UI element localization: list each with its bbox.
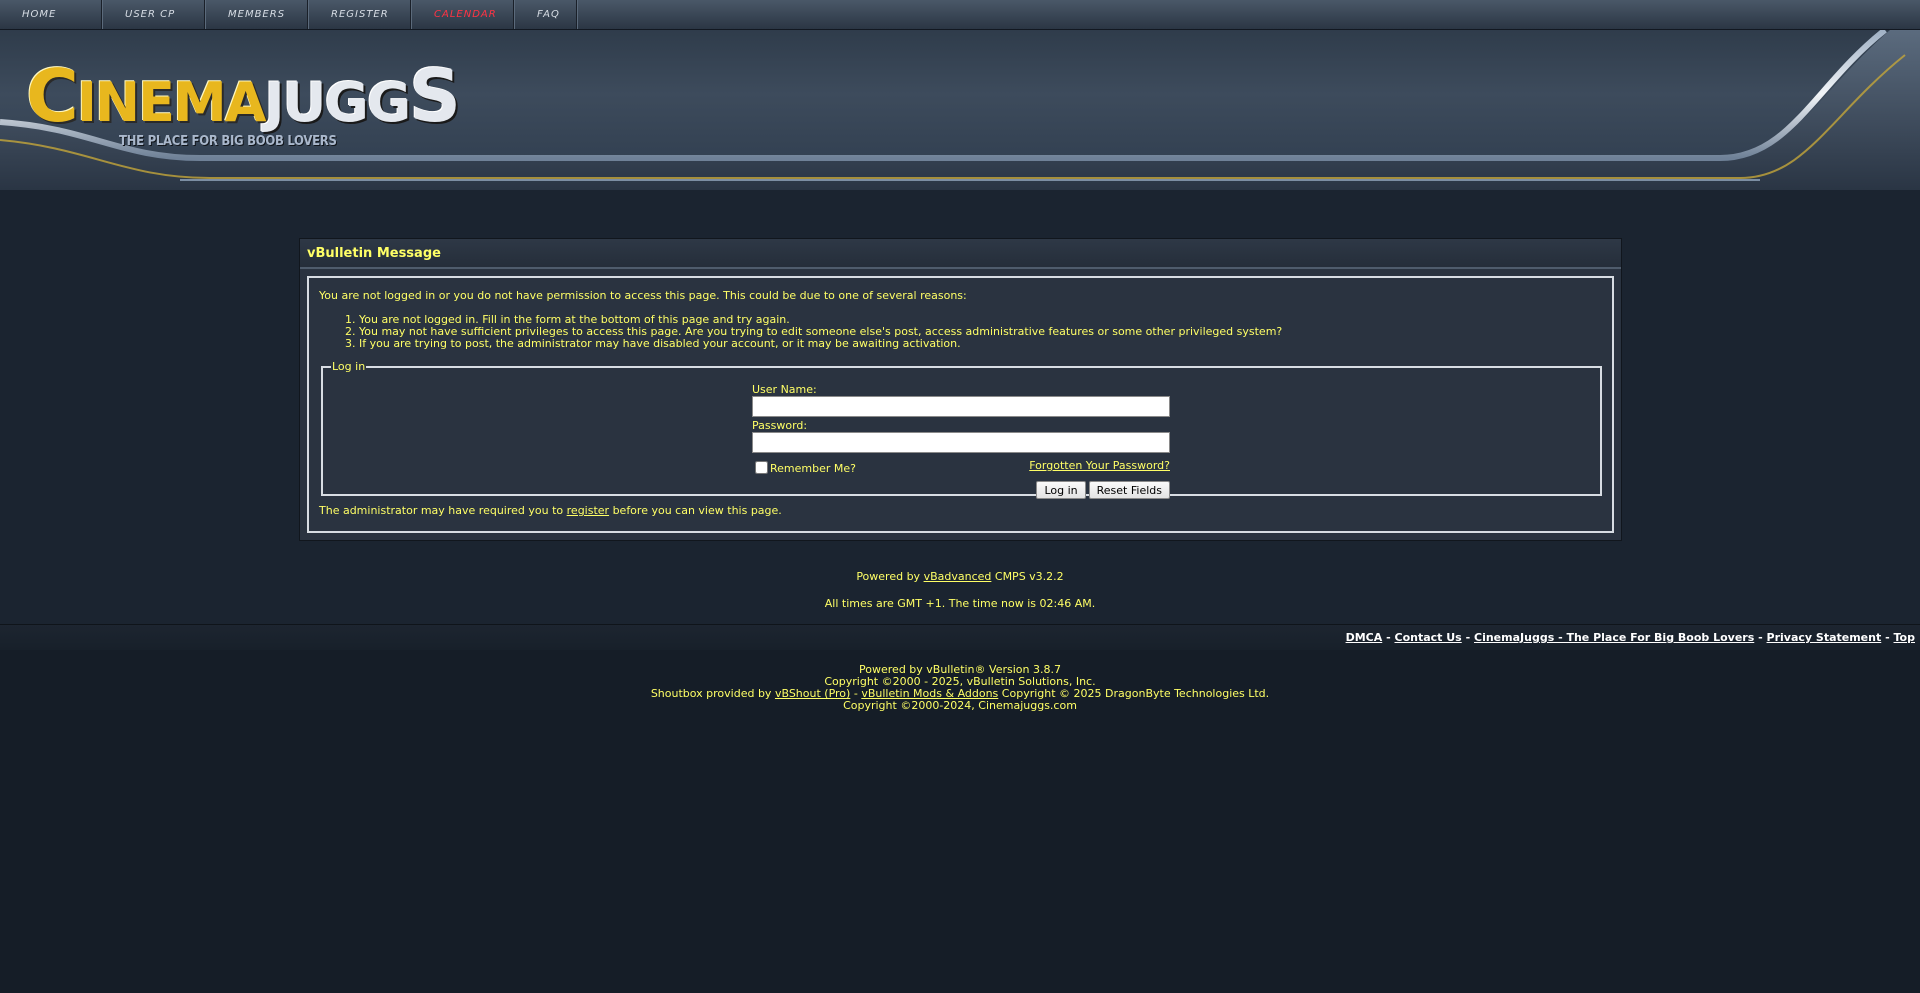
- message-panel: vBulletin Message You are not logged in …: [299, 238, 1622, 541]
- username-input[interactable]: [752, 396, 1170, 417]
- login-form: User Name: Password: Remember Me? Forgot…: [752, 383, 1170, 499]
- remember-me: Remember Me?: [752, 459, 856, 475]
- footer-separator: -: [1465, 631, 1471, 644]
- top-link[interactable]: Top: [1894, 631, 1915, 644]
- dmca-link[interactable]: DMCA: [1346, 631, 1383, 644]
- logo-tagline: THE PLACE FOR BIG BOOB LOVERS: [119, 134, 337, 149]
- nav-calendar[interactable]: CALENDAR: [412, 0, 515, 29]
- powered-pre: Powered by: [856, 570, 921, 583]
- nav-members[interactable]: MEMBERS: [206, 0, 309, 29]
- logo-wordmark: CINEMAJUGGS: [26, 60, 461, 134]
- vbshout-link[interactable]: vBShout (Pro): [775, 687, 850, 700]
- message-body: You are not logged in or you do not have…: [307, 276, 1614, 533]
- site-logo[interactable]: CINEMAJUGGS THE PLACE FOR BIG BOOB LOVER…: [26, 50, 461, 160]
- remember-row: Remember Me? Forgotten Your Password?: [752, 459, 1170, 475]
- home-link[interactable]: CinemaJuggs - The Place For Big Boob Lov…: [1474, 631, 1754, 644]
- copyright-block: Powered by vBulletin® Version 3.8.7 Copy…: [0, 664, 1920, 712]
- logo-letters-inema: INEMA: [76, 71, 267, 134]
- logo-letter-c: C: [26, 54, 79, 138]
- login-legend: Log in: [332, 360, 366, 373]
- reset-fields-button[interactable]: Reset Fields: [1088, 481, 1170, 499]
- footer-separator: -: [1386, 631, 1391, 644]
- nav-user-cp[interactable]: USER CP: [103, 0, 206, 29]
- server-time: All times are GMT +1. The time now is 02…: [824, 597, 1096, 610]
- logo-letter-j: J: [264, 71, 285, 134]
- nav-home[interactable]: HOME: [0, 0, 103, 29]
- register-link[interactable]: register: [567, 504, 609, 517]
- username-label: User Name:: [752, 383, 817, 396]
- remember-me-label[interactable]: Remember Me?: [770, 462, 856, 475]
- login-button[interactable]: Log in: [1036, 481, 1086, 499]
- nav-members-label: MEMBERS: [228, 9, 286, 20]
- shoutbox-pre: Shoutbox provided by: [650, 687, 772, 700]
- footer-separator: -: [1758, 631, 1763, 644]
- nav-home-label: HOME: [22, 9, 57, 20]
- nav-calendar-label: CALENDAR: [434, 9, 497, 20]
- forgot-password-link[interactable]: Forgotten Your Password?: [1029, 459, 1170, 472]
- admin-note-post: before you can view this page.: [612, 504, 782, 517]
- contact-us-link[interactable]: Contact Us: [1395, 631, 1462, 644]
- admin-note-pre: The administrator may have required you …: [319, 504, 564, 517]
- reasons-list: You are not logged in. Fill in the form …: [319, 314, 1602, 350]
- footer-links-bar: DMCA - Contact Us - CinemaJuggs - The Pl…: [0, 624, 1920, 650]
- message-title: vBulletin Message: [300, 239, 1621, 269]
- nav-register-label: REGISTER: [331, 9, 389, 20]
- remember-me-checkbox[interactable]: [755, 460, 768, 474]
- nav-faq-label: FAQ: [537, 9, 560, 20]
- vbadvanced-link[interactable]: vBadvanced: [924, 570, 992, 583]
- top-navigation: HOME USER CP MEMBERS REGISTER CALENDAR F…: [0, 0, 1920, 30]
- logo-letters-ugg: UGG: [282, 71, 411, 134]
- site-header: CINEMAJUGGS THE PLACE FOR BIG BOOB LOVER…: [0, 30, 1920, 190]
- powered-by-vbadvanced: Powered by vBadvanced CMPS v3.2.2: [0, 570, 1920, 583]
- password-input[interactable]: [752, 432, 1170, 453]
- powered-post: CMPS v3.2.2: [994, 570, 1064, 583]
- message-intro: You are not logged in or you do not have…: [319, 289, 967, 302]
- privacy-statement-link[interactable]: Privacy Statement: [1767, 631, 1882, 644]
- login-fieldset: Log in User Name: Password: Remember Me?…: [321, 360, 1602, 499]
- admin-note: The administrator may have required you …: [319, 504, 1602, 517]
- nav-register[interactable]: REGISTER: [309, 0, 412, 29]
- reason-item: If you are trying to post, the administr…: [359, 338, 1602, 350]
- nav-faq[interactable]: FAQ: [515, 0, 578, 29]
- login-buttons: Log in Reset Fields: [752, 481, 1170, 499]
- nav-user-cp-label: USER CP: [125, 9, 176, 20]
- copyright-line-4: Copyright ©2000-2024, Cinemajuggs.com: [843, 699, 1077, 712]
- logo-letter-s: S: [409, 54, 461, 138]
- password-label: Password:: [752, 419, 808, 432]
- footer-separator: -: [1885, 631, 1890, 644]
